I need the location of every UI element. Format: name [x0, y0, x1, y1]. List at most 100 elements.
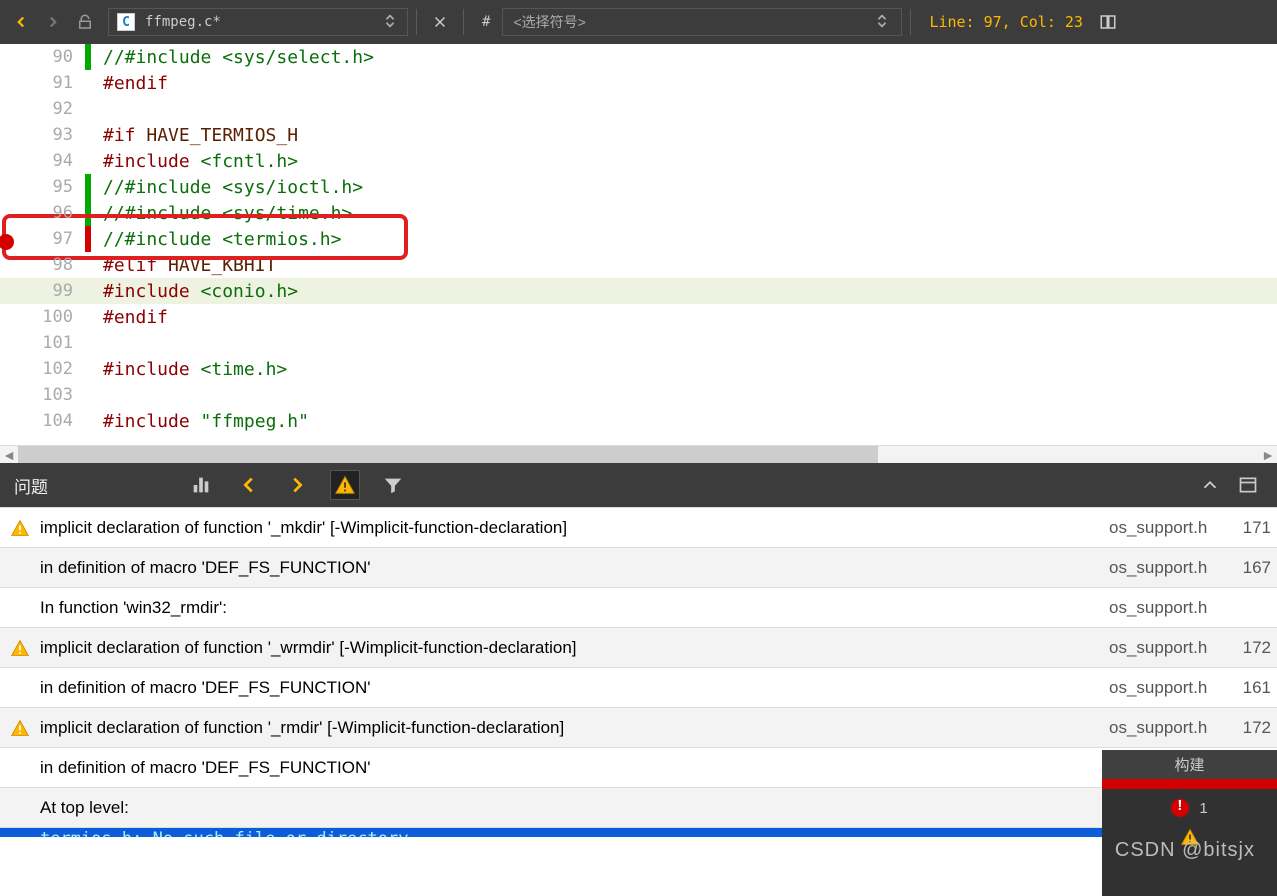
problem-row[interactable]: At top level: — [0, 788, 1277, 828]
code-line[interactable]: 93#if HAVE_TERMIOS_H — [0, 122, 1277, 148]
modification-marker — [85, 122, 91, 148]
error-count: 1 — [1199, 800, 1207, 817]
code-line[interactable]: 99#include <conio.h> — [0, 278, 1277, 304]
code-text: #elif HAVE_KBHIT — [103, 255, 276, 276]
line-number: 95 — [0, 177, 85, 197]
modification-marker — [85, 356, 91, 382]
problem-message: in definition of macro 'DEF_FS_FUNCTION' — [40, 758, 1109, 778]
modification-marker — [85, 252, 91, 278]
scroll-right-icon[interactable]: ► — [1259, 446, 1277, 463]
symbol-selector[interactable]: <选择符号> — [502, 8, 902, 36]
problem-file: os_support.h — [1109, 518, 1239, 538]
problems-list[interactable]: in definition of macro 'DEF_FS_FUNCTION'… — [0, 507, 1277, 837]
build-icon[interactable] — [186, 470, 216, 500]
code-line[interactable]: 100 #endif — [0, 304, 1277, 330]
problem-row[interactable]: In function 'win32_rmdir':os_support.h — [0, 588, 1277, 628]
problem-row[interactable]: implicit declaration of function '_mkdir… — [0, 508, 1277, 548]
file-updown-icon[interactable] — [381, 12, 399, 33]
modification-marker — [85, 382, 91, 408]
collapse-panel-icon[interactable] — [1195, 470, 1225, 500]
problem-line: 172 — [1239, 638, 1277, 658]
nav-back-button[interactable] — [6, 7, 36, 37]
line-number: 101 — [0, 333, 85, 353]
next-issue-button[interactable] — [282, 470, 312, 500]
code-text: //#include <sys/select.h> — [103, 47, 374, 68]
problem-row[interactable]: in definition of macro 'DEF_FS_FUNCTION'… — [0, 668, 1277, 708]
code-text: #include <time.h> — [103, 359, 287, 380]
code-text: #include "ffmpeg.h" — [103, 411, 309, 432]
code-text: #include <conio.h> — [103, 281, 298, 302]
code-text: //#include <sys/ioctl.h> — [103, 177, 363, 198]
modification-marker — [85, 148, 91, 174]
code-editor[interactable]: 90 //#include <sys/select.h>91#endif9293#… — [0, 44, 1277, 445]
problem-line: 161 — [1239, 678, 1277, 698]
c-file-icon: C — [117, 13, 135, 31]
code-line[interactable]: 91#endif — [0, 70, 1277, 96]
code-line[interactable]: 94#include <fcntl.h> — [0, 148, 1277, 174]
top-toolbar: C ffmpeg.c* # <选择符号> Line: 97, Col: 23 — [0, 0, 1277, 44]
code-line[interactable]: 97//#include <termios.h> — [0, 226, 1277, 252]
code-line[interactable]: 92 — [0, 96, 1277, 122]
problem-row[interactable]: implicit declaration of function '_rmdir… — [0, 708, 1277, 748]
problem-row[interactable]: implicit declaration of function '_wrmdi… — [0, 628, 1277, 668]
problems-title: 问题 — [14, 473, 48, 498]
close-icon[interactable] — [425, 7, 455, 37]
code-text: #endif — [103, 307, 168, 328]
problem-row[interactable]: in definition of macro 'DEF_FS_FUNCTION' — [0, 748, 1277, 788]
problem-message: in definition of macro 'DEF_FS_FUNCTION' — [40, 678, 1109, 698]
problem-message: in definition of macro 'DEF_FS_FUNCTION' — [40, 558, 1109, 578]
code-line[interactable]: 102 #include <time.h> — [0, 356, 1277, 382]
line-number: 90 — [0, 47, 85, 67]
code-text: //#include <termios.h> — [103, 229, 341, 250]
filename-text: ffmpeg.c* — [145, 14, 221, 30]
problem-file: os_support.h — [1109, 638, 1239, 658]
problem-message: implicit declaration of function '_rmdir… — [40, 718, 1109, 738]
code-line[interactable]: 101 — [0, 330, 1277, 356]
modification-marker — [85, 226, 91, 252]
problem-file: os_support.h — [1109, 718, 1239, 738]
problem-row[interactable]: in definition of macro 'DEF_FS_FUNCTION'… — [0, 548, 1277, 588]
problem-line: 172 — [1239, 718, 1277, 738]
line-number: 103 — [0, 385, 85, 405]
warning-icon — [10, 518, 30, 538]
problem-message: implicit declaration of function '_wrmdi… — [40, 638, 1109, 658]
modification-marker — [85, 70, 91, 96]
horizontal-scrollbar[interactable]: ◄ ► — [0, 445, 1277, 463]
code-line[interactable]: 104 #include "ffmpeg.h" — [0, 408, 1277, 434]
split-icon[interactable] — [1093, 7, 1123, 37]
scroll-left-icon[interactable]: ◄ — [0, 446, 18, 463]
build-progress-bar — [1102, 779, 1277, 789]
symbol-updown-icon[interactable] — [873, 12, 891, 33]
problem-file: os_support.h — [1109, 678, 1239, 698]
code-line[interactable]: 95 //#include <sys/ioctl.h> — [0, 174, 1277, 200]
filter-icon[interactable] — [378, 470, 408, 500]
nav-forward-button[interactable] — [38, 7, 68, 37]
code-line[interactable]: 103 — [0, 382, 1277, 408]
problem-message: In function 'win32_rmdir': — [40, 598, 1109, 618]
show-warnings-toggle[interactable] — [330, 470, 360, 500]
warning-icon — [10, 638, 30, 658]
modification-marker — [85, 304, 91, 330]
separator — [910, 9, 911, 35]
code-text: #if HAVE_TERMIOS_H — [103, 125, 298, 146]
code-line[interactable]: 98#elif HAVE_KBHIT — [0, 252, 1277, 278]
modification-marker — [85, 278, 91, 304]
line-number: 94 — [0, 151, 85, 171]
problems-panel-header: 问题 — [0, 463, 1277, 507]
problem-message: termios.h: No such file or directory — [40, 830, 1277, 837]
problem-line: 171 — [1239, 518, 1277, 538]
problem-row[interactable]: termios.h: No such file or directoryD:\f… — [0, 828, 1277, 837]
prev-issue-button[interactable] — [234, 470, 264, 500]
panel-menu-icon[interactable] — [1233, 470, 1263, 500]
filename-breadcrumb[interactable]: C ffmpeg.c* — [108, 8, 408, 36]
line-number: 104 — [0, 411, 85, 431]
symbol-prefix: # — [472, 14, 500, 30]
code-line[interactable]: 90 //#include <sys/select.h> — [0, 44, 1277, 70]
line-number: 100 — [0, 307, 85, 327]
line-number: 102 — [0, 359, 85, 379]
build-popup: 构建 1 — [1102, 750, 1277, 896]
modification-marker — [85, 96, 91, 122]
code-line[interactable]: 96//#include <sys/time.h> — [0, 200, 1277, 226]
cursor-position: Line: 97, Col: 23 — [929, 13, 1083, 31]
lock-icon[interactable] — [70, 7, 100, 37]
